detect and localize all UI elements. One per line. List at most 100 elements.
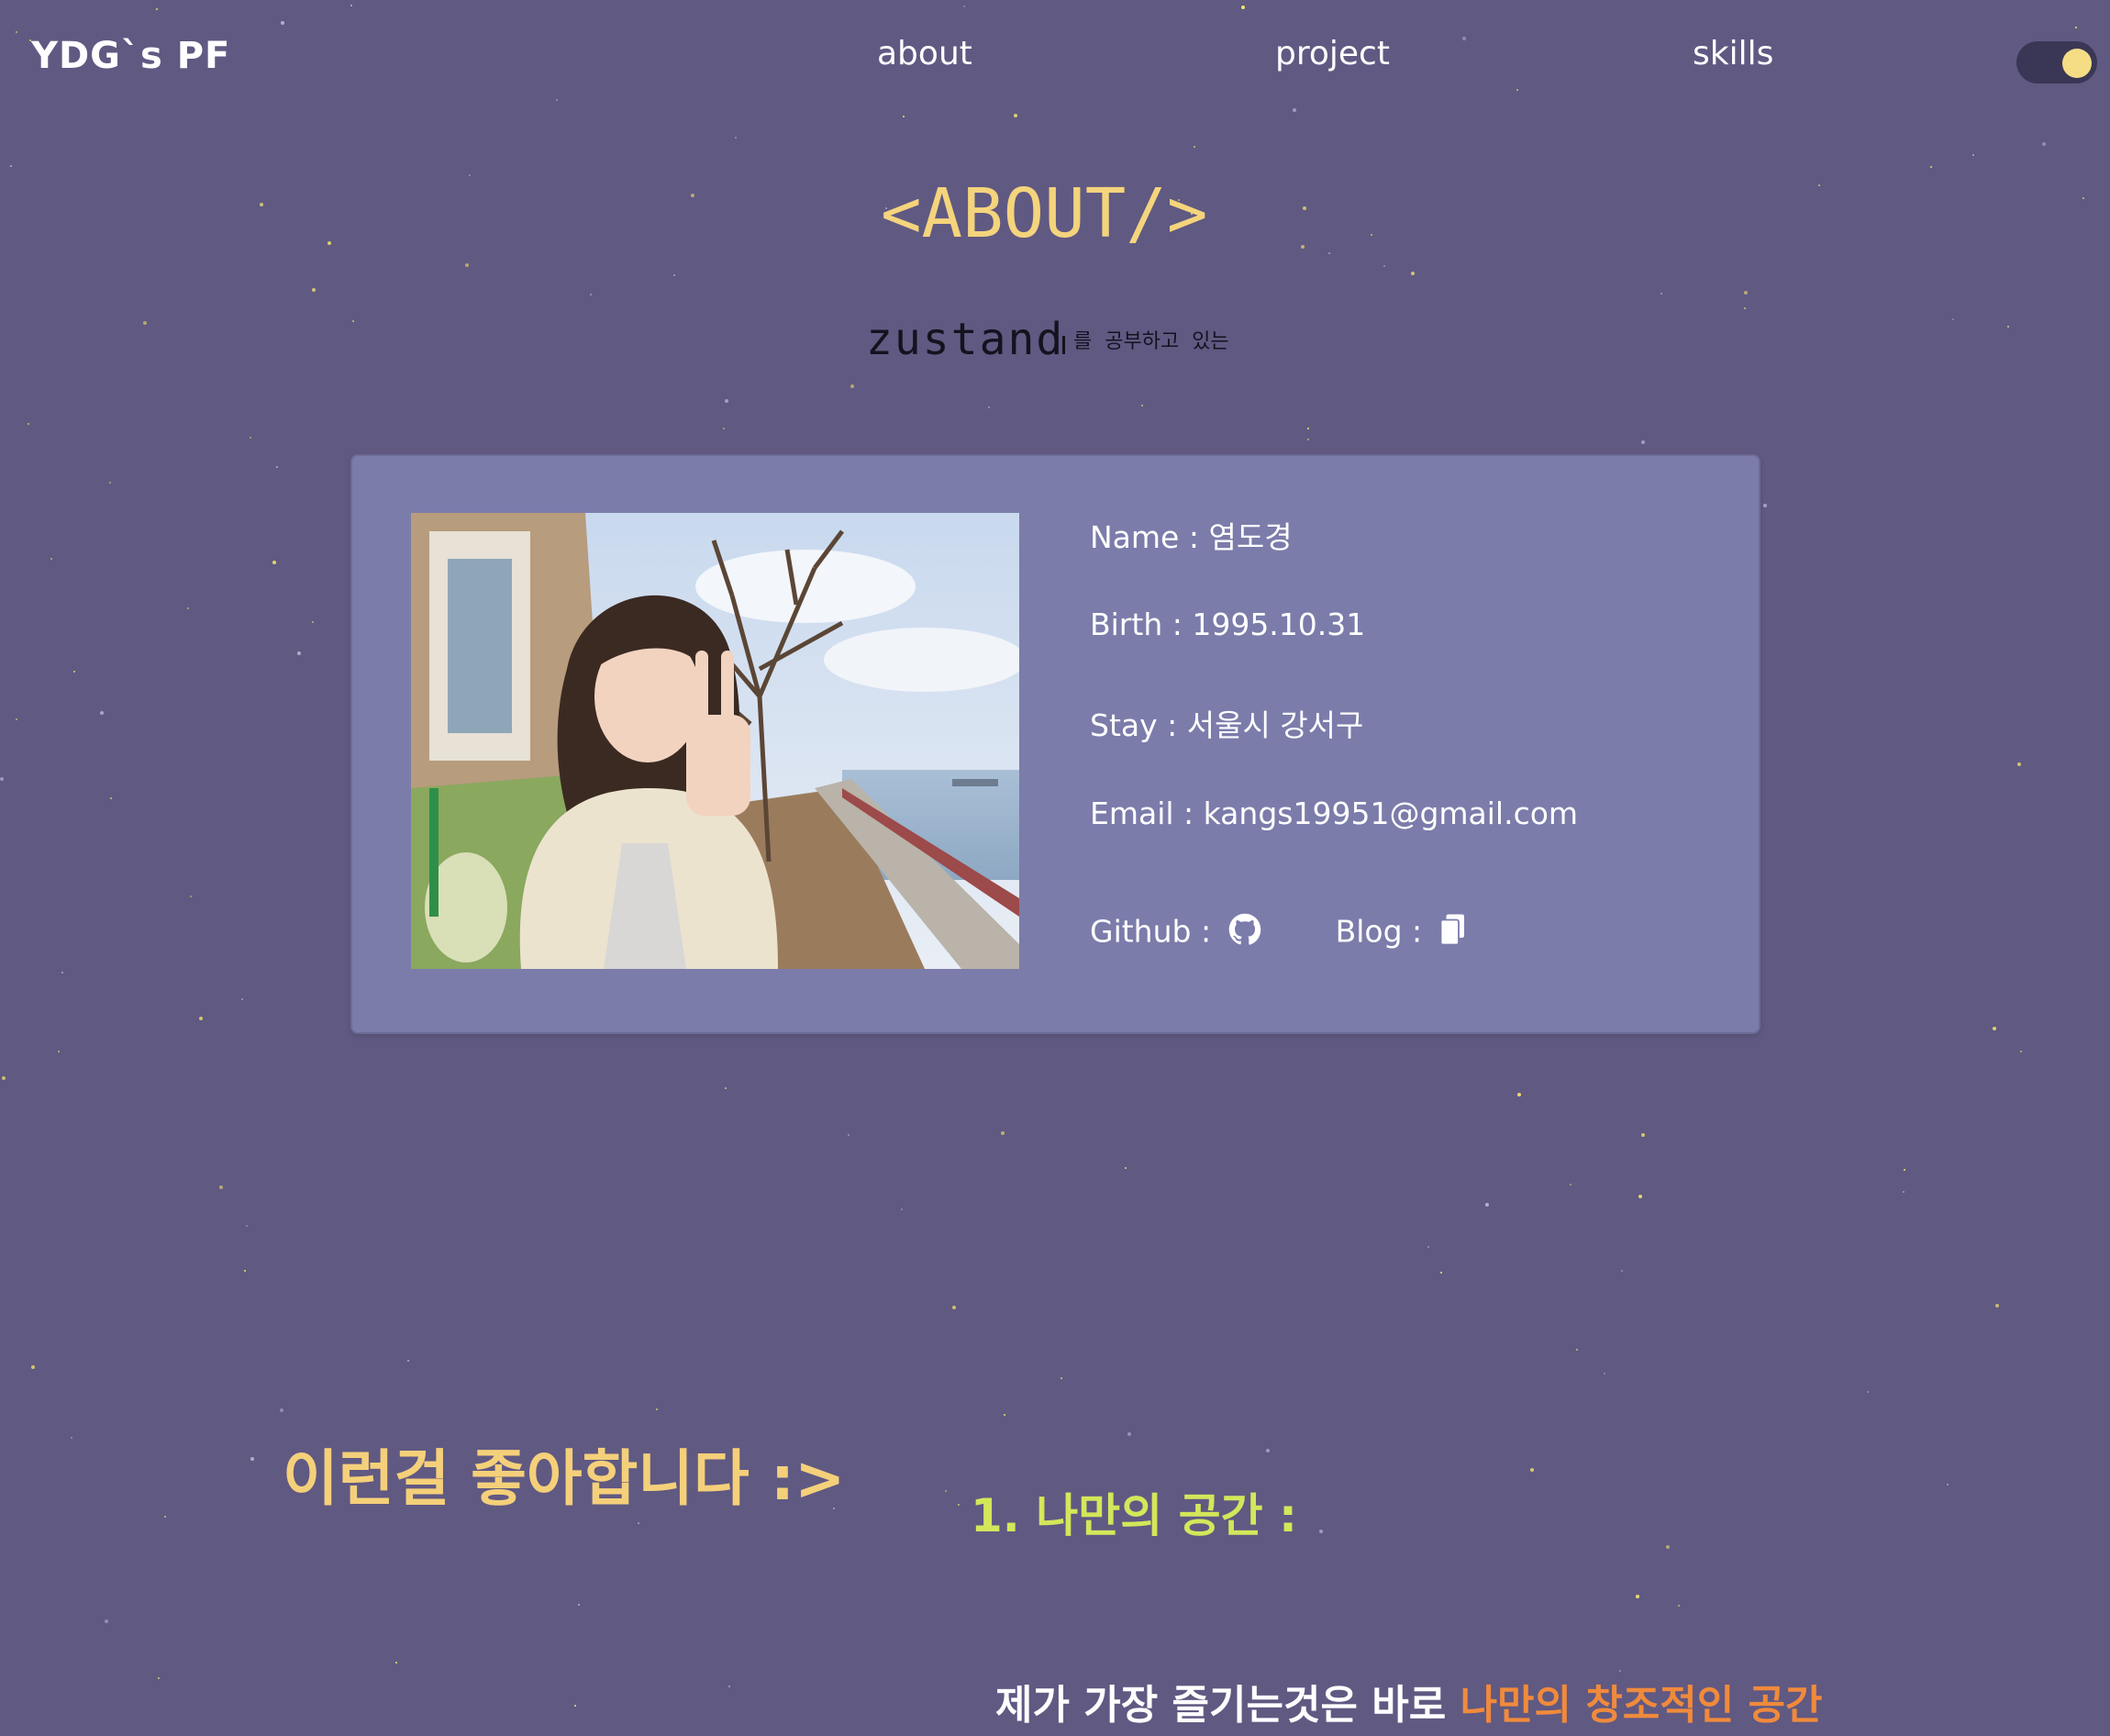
star-dot [158, 1677, 160, 1679]
star-dot [1371, 234, 1372, 236]
theme-toggle[interactable] [2016, 41, 2097, 83]
star-dot [58, 1051, 60, 1052]
star-dot [1641, 440, 1645, 444]
star-dot [272, 561, 276, 564]
star-dot [1972, 154, 1974, 156]
star-dot [673, 274, 675, 276]
nav-link-about[interactable]: about [877, 35, 972, 72]
star-dot [109, 482, 111, 484]
star-dot [2007, 326, 2009, 328]
star-dot [50, 558, 52, 560]
star-dot [2017, 762, 2021, 766]
star-dot [1004, 1414, 1005, 1416]
star-dot [100, 711, 104, 715]
info-value: 1995.10.31 [1192, 606, 1366, 642]
star-dot [395, 1662, 397, 1664]
star-dot [1744, 291, 1748, 295]
star-dot [407, 1360, 409, 1362]
star-dot [71, 1437, 72, 1439]
info-row-name: Name : 염도경 [1090, 513, 1293, 557]
star-dot [1194, 146, 1195, 148]
likes-item-title: 1. 나만의 공간 : [971, 1489, 1298, 1542]
nav-link-skills[interactable]: skills [1693, 35, 1773, 72]
star-dot [199, 1017, 203, 1020]
profile-card: Name : 염도경 Birth : 1995.10.31 Stay : 서울시… [350, 454, 1760, 1034]
star-dot [1141, 405, 1143, 406]
star-dot [312, 621, 314, 623]
site-logo[interactable]: YDG`s PF [31, 35, 230, 77]
document-icon[interactable] [1439, 913, 1467, 953]
star-dot [1666, 1545, 1670, 1549]
star-dot [0, 777, 4, 781]
star-dot [1307, 439, 1309, 440]
info-value[interactable]: kangs19951@gmail.com [1204, 796, 1578, 831]
star-dot [1301, 245, 1305, 249]
star-dot [590, 294, 592, 295]
typing-cursor [1062, 336, 1065, 354]
blog-label: Blog : [1335, 913, 1423, 950]
star-dot [110, 797, 112, 799]
star-dot [1763, 504, 1767, 507]
nav-link-project[interactable]: project [1275, 35, 1390, 72]
star-dot [1427, 1246, 1429, 1248]
star-dot [105, 1619, 108, 1623]
star-dot [312, 288, 316, 292]
star-dot [2042, 142, 2046, 146]
github-label: Github : [1090, 913, 1212, 950]
star-dot [1125, 1167, 1127, 1169]
star-dot [574, 1705, 576, 1707]
star-dot [725, 1087, 727, 1089]
info-value: 서울시 강서구 [1186, 707, 1364, 743]
star-dot [2020, 1051, 2022, 1052]
star-dot [2082, 197, 2084, 199]
star-dot [638, 1522, 639, 1524]
star-dot [958, 1504, 960, 1506]
star-dot [246, 1225, 248, 1227]
profile-photo [411, 513, 1019, 969]
likes-description: 제가 가장 즐기는것은 바로 나만의 창조적인 공간 [995, 1672, 1823, 1730]
social-links: Github : Blog : [1090, 913, 1467, 953]
star-dot [164, 1516, 166, 1518]
toggle-knob [2062, 49, 2092, 78]
star-dot [280, 1408, 283, 1412]
star-dot [848, 1134, 850, 1136]
star-dot [1818, 184, 1820, 186]
star-dot [1993, 1027, 1996, 1030]
star-dot [1744, 307, 1746, 309]
info-row-email: Email : kangs19951@gmail.com [1090, 796, 1578, 831]
star-dot [1485, 1203, 1489, 1207]
info-row-stay: Stay : 서울시 강서구 [1090, 701, 1363, 745]
star-dot [250, 437, 251, 439]
star-dot [1411, 272, 1415, 275]
top-navigation: YDG`s PF about project skills [0, 0, 2110, 110]
star-dot [465, 263, 469, 267]
star-dot [73, 671, 75, 673]
star-dot [1383, 265, 1385, 267]
typing-suffix: 를 공부하고 있는 [1073, 330, 1229, 353]
github-icon[interactable] [1228, 913, 1261, 953]
star-dot [1576, 1349, 1578, 1351]
star-dot [1621, 1270, 1623, 1272]
star-dot [903, 116, 905, 117]
star-dot [1641, 1133, 1645, 1137]
star-dot [1266, 1449, 1270, 1452]
likes-description-highlight: 나만의 창조적인 공간 [1460, 1682, 1823, 1729]
star-dot [945, 1490, 947, 1492]
star-dot [187, 607, 189, 609]
star-dot [1014, 114, 1017, 117]
star-dot [244, 1270, 246, 1272]
star-dot [61, 972, 63, 974]
star-dot [1636, 1595, 1639, 1598]
star-dot [691, 194, 694, 197]
star-dot [352, 320, 354, 322]
star-dot [1307, 428, 1309, 429]
star-dot [656, 1408, 658, 1410]
info-key: Name : [1090, 519, 1209, 555]
star-dot [16, 718, 17, 720]
star-dot [1303, 206, 1306, 210]
star-dot [1903, 1191, 1905, 1193]
star-dot [143, 321, 147, 325]
star-dot [1867, 1391, 1869, 1393]
star-dot [260, 203, 263, 206]
typing-word: zustand [866, 314, 1065, 365]
